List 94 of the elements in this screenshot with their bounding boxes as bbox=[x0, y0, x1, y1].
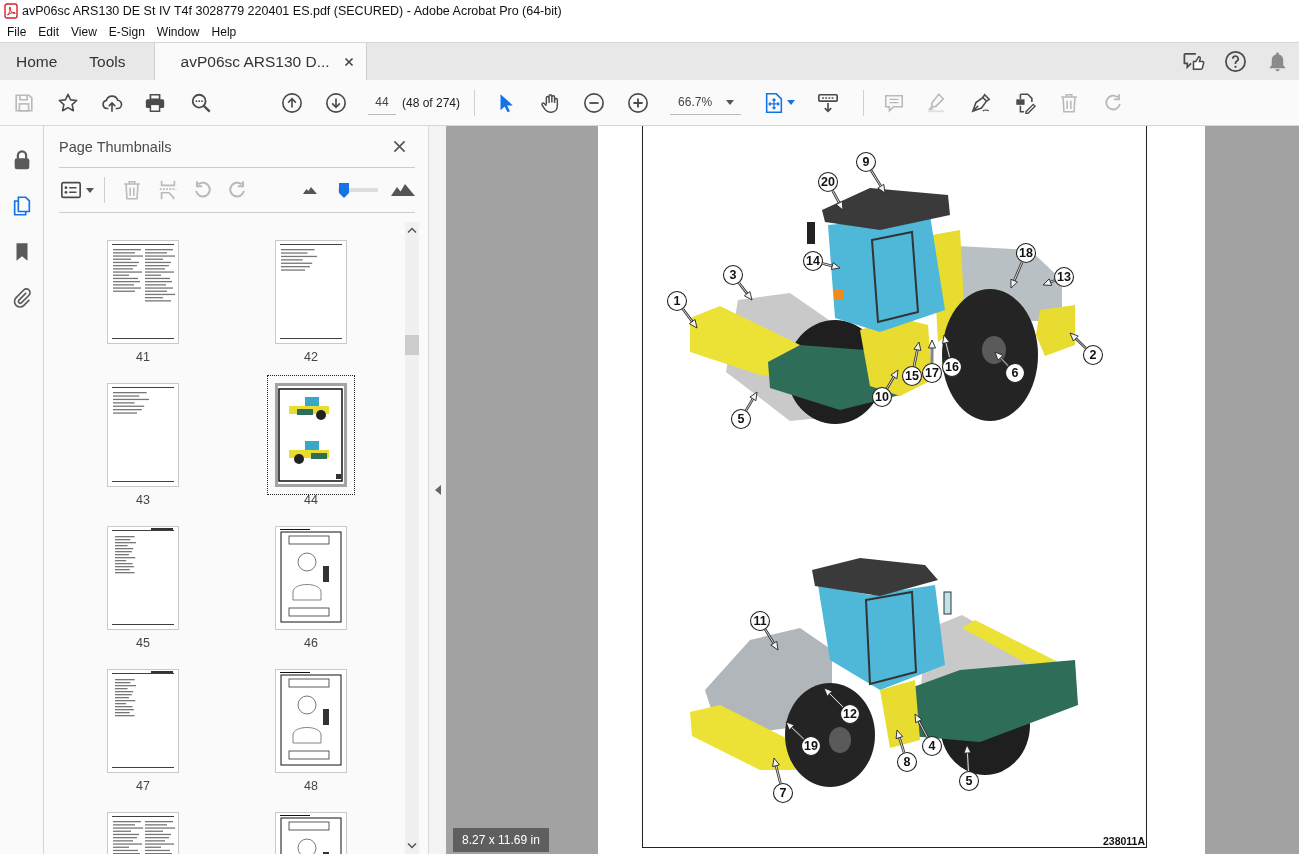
callout-number: 8 bbox=[896, 751, 918, 773]
page-number: 44 bbox=[304, 494, 318, 507]
leader-arrow bbox=[914, 713, 929, 738]
chevron-down-icon[interactable] bbox=[406, 842, 418, 850]
zoom-field[interactable]: 66.7% bbox=[670, 90, 742, 115]
page-thumbnail[interactable] bbox=[267, 375, 355, 495]
menu-item[interactable]: Window bbox=[156, 25, 200, 39]
menu-item[interactable]: View bbox=[71, 25, 97, 39]
zoom-out-icon[interactable] bbox=[583, 91, 606, 114]
panel-title: Page Thumbnails bbox=[59, 138, 172, 155]
leader-arrow bbox=[994, 351, 1010, 367]
window-title: avP06sc ARS130 DE St IV T4f 3028779 220401 ES.pdf (SECURED) - Adobe Acrobat Pro (64-bit) bbox=[22, 4, 562, 18]
page-number: 42 bbox=[304, 351, 318, 364]
callout-number: 3 bbox=[722, 264, 744, 286]
caret-icon[interactable] bbox=[86, 187, 94, 193]
search-icon[interactable] bbox=[190, 91, 212, 114]
leader-arrow bbox=[1069, 332, 1087, 350]
small-mountain-icon[interactable] bbox=[303, 186, 317, 194]
pen-nib-icon[interactable] bbox=[970, 91, 993, 114]
leader-arrow bbox=[764, 628, 779, 651]
menu-item[interactable]: E-Sign bbox=[108, 25, 145, 39]
callout-number: 11 bbox=[749, 610, 771, 632]
tab[interactable]: Home bbox=[0, 43, 74, 80]
large-mountain-icon[interactable] bbox=[391, 184, 415, 196]
callout-number: 7 bbox=[772, 782, 794, 804]
thumbs-up-bubble-icon[interactable] bbox=[1182, 50, 1205, 73]
callout-number: 16 bbox=[941, 356, 963, 378]
zoom-in-icon[interactable] bbox=[627, 91, 650, 114]
scrollbar-thumb[interactable] bbox=[405, 335, 419, 355]
close-icon[interactable] bbox=[343, 56, 354, 67]
caret-icon[interactable] bbox=[787, 100, 796, 105]
pdf-icon bbox=[4, 3, 18, 19]
page-number-field[interactable]: 44 bbox=[368, 90, 396, 115]
leader-arrow bbox=[823, 687, 844, 708]
scrollbar[interactable] bbox=[405, 222, 419, 854]
caret-icon[interactable] bbox=[726, 99, 735, 105]
help-icon[interactable] bbox=[1224, 50, 1247, 73]
leader-arrow bbox=[772, 757, 782, 784]
figure-code: 238011A bbox=[1102, 835, 1145, 847]
wheel-hub bbox=[982, 336, 1006, 364]
page-number: 48 bbox=[304, 780, 318, 793]
callout-number: 5 bbox=[958, 770, 980, 792]
collapse-arrow-icon[interactable] bbox=[434, 485, 441, 495]
mirror bbox=[807, 222, 815, 244]
edit-document-icon[interactable] bbox=[1014, 91, 1037, 114]
page-number: 45 bbox=[136, 637, 150, 650]
leader-arrow bbox=[963, 744, 972, 772]
leader-arrow bbox=[738, 282, 753, 301]
menu-item[interactable]: Edit bbox=[38, 25, 60, 39]
callout-number: 6 bbox=[1004, 362, 1026, 384]
list-options-icon[interactable] bbox=[60, 179, 82, 201]
tab[interactable]: Tools bbox=[73, 43, 142, 80]
page-number: 43 bbox=[136, 494, 150, 507]
menu-item[interactable]: File bbox=[7, 25, 27, 39]
close-icon[interactable] bbox=[393, 140, 406, 153]
callout-number: 1 bbox=[666, 290, 688, 312]
callout-number: 4 bbox=[921, 735, 943, 757]
callout-number: 12 bbox=[839, 703, 861, 725]
star-icon[interactable] bbox=[57, 91, 79, 114]
leader-arrow bbox=[912, 341, 922, 367]
callout-number: 18 bbox=[1015, 242, 1037, 264]
slider-thumb[interactable] bbox=[339, 182, 349, 198]
wheel-hub bbox=[829, 727, 851, 753]
arrow-down-icon[interactable] bbox=[325, 91, 347, 114]
page-number: 46 bbox=[304, 637, 318, 650]
menu-item[interactable]: Help bbox=[211, 25, 237, 39]
page-number: 47 bbox=[136, 780, 150, 793]
page-number: 41 bbox=[136, 351, 150, 364]
lamp bbox=[834, 290, 844, 299]
callout-number: 10 bbox=[871, 386, 893, 408]
page-count: (48 of 274) bbox=[402, 95, 461, 110]
mirror bbox=[943, 591, 952, 615]
callout-number: 17 bbox=[921, 362, 943, 384]
leader-arrow bbox=[885, 369, 899, 390]
callout-number: 9 bbox=[855, 151, 877, 173]
callout-number: 19 bbox=[800, 735, 822, 757]
leader-arrow bbox=[1010, 261, 1024, 289]
callout-number: 14 bbox=[802, 250, 824, 272]
tab[interactable]: avP06sc ARS130 D... bbox=[153, 43, 367, 80]
callout-number: 15 bbox=[901, 365, 923, 387]
callout-number: 20 bbox=[817, 171, 839, 193]
callout-number: 2 bbox=[1082, 344, 1104, 366]
leader-arrow bbox=[822, 262, 841, 270]
printer-icon[interactable] bbox=[144, 91, 166, 114]
leader-arrow bbox=[744, 391, 758, 412]
arrow-up-icon[interactable] bbox=[281, 91, 303, 114]
callout-number: 13 bbox=[1053, 266, 1075, 288]
chevron-up-icon[interactable] bbox=[406, 226, 418, 234]
slider-track[interactable] bbox=[338, 182, 378, 198]
tray-arrow-icon[interactable] bbox=[817, 91, 840, 114]
callout-number: 5 bbox=[730, 408, 752, 430]
leader-arrow bbox=[895, 729, 906, 753]
page-size-label: 8.27 x 11.69 in bbox=[453, 828, 549, 852]
leader-arrow bbox=[1042, 278, 1056, 286]
